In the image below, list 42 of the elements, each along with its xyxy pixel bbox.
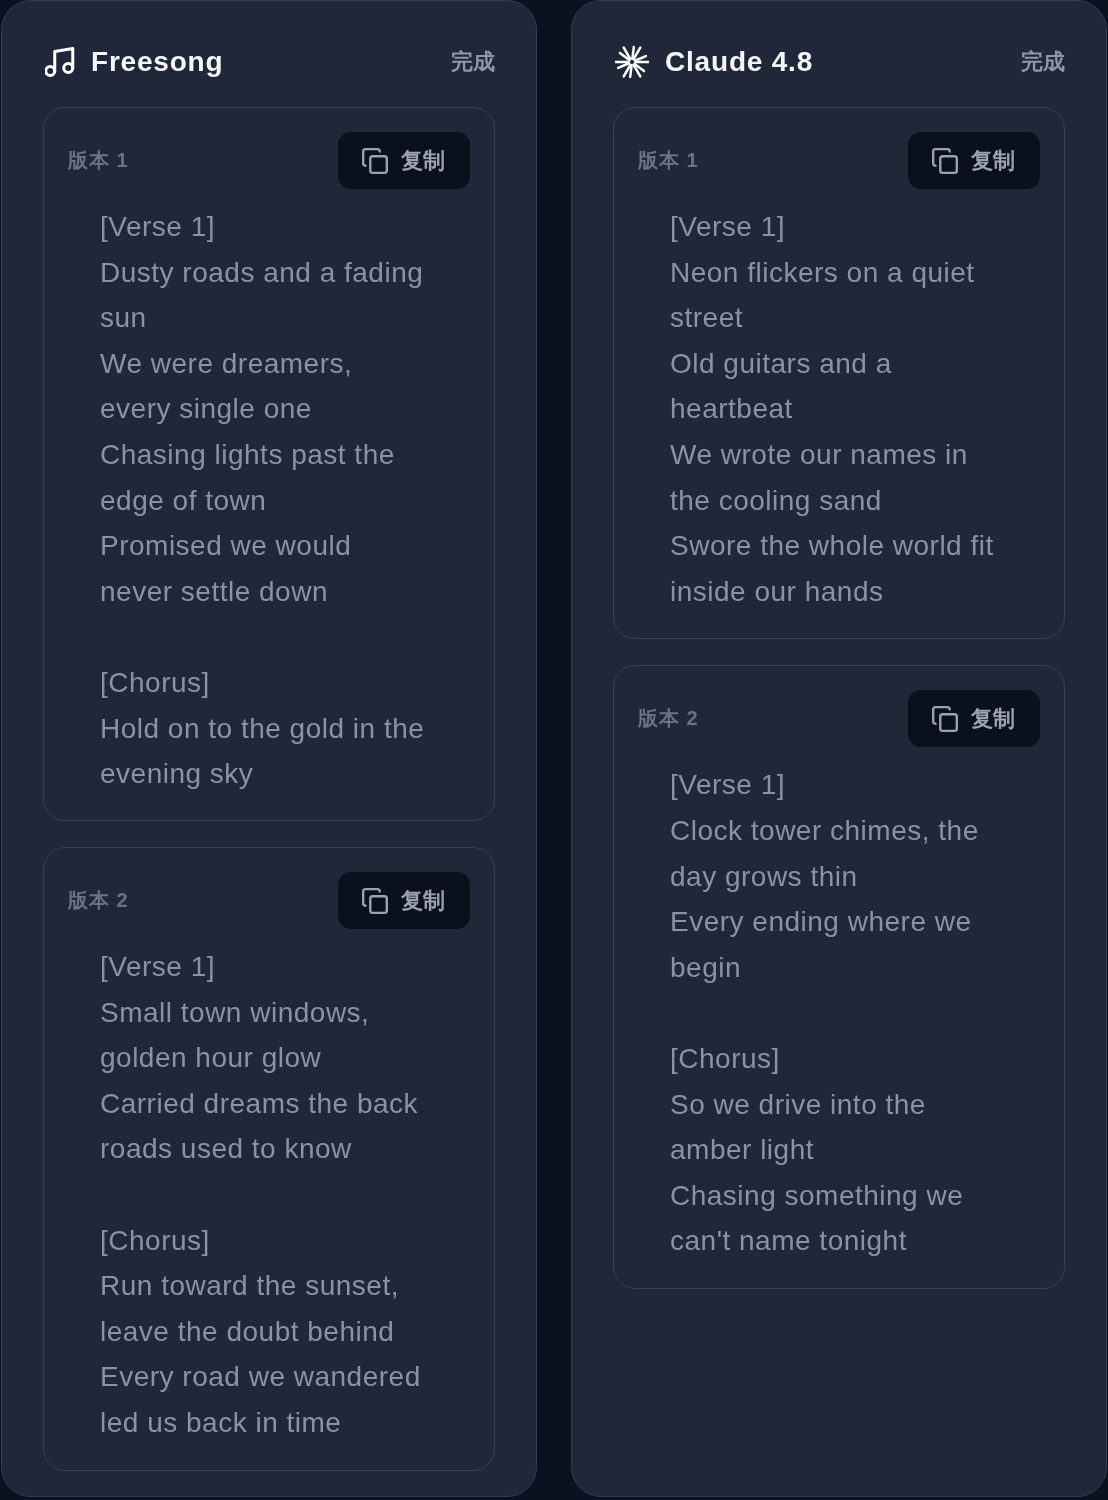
lyric-line: So we drive into the amber light xyxy=(670,1087,927,1168)
lyric-line: Run toward the sunset, leave the doubt behind xyxy=(100,1269,400,1349)
section-heading: [Verse 1] xyxy=(670,768,786,803)
lyric-line: We were dreamers, every single one xyxy=(100,346,354,427)
lyric-line: Every ending where we begin xyxy=(670,905,973,985)
music-note-icon xyxy=(45,47,75,77)
copy-button[interactable]: 复制 xyxy=(338,132,470,189)
lyric-line: Neon flickers on a quiet street xyxy=(670,255,976,336)
lyric-line: Hold on to the gold in the evening sky xyxy=(100,711,426,792)
lyric-line: Every road we wandered led us back in time xyxy=(100,1360,422,1440)
status-label: 完成 xyxy=(451,48,495,76)
panel-title: Claude 4.8 xyxy=(665,46,814,78)
status-label: 完成 xyxy=(1021,48,1065,76)
copy-icon xyxy=(362,147,388,174)
panel-title: Freesong xyxy=(91,46,224,78)
section-heading: [Verse 1] xyxy=(670,210,786,244)
lyric-line: Swore the whole world fit inside our hands xyxy=(670,529,995,609)
starburst-icon xyxy=(615,45,649,79)
copy-button[interactable]: 复制 xyxy=(908,132,1040,189)
copy-button[interactable]: 复制 xyxy=(908,690,1040,748)
section-heading: [Chorus] xyxy=(100,1223,211,1258)
section-heading: [Verse 1] xyxy=(100,950,216,984)
lyric-line: Promised we would never settle down xyxy=(100,529,353,609)
lyric-line: Carried dreams the back roads used to know xyxy=(100,1086,420,1167)
lyric-line: Chasing lights past the edge of town xyxy=(100,437,396,518)
version-label: 版本 2 xyxy=(68,888,129,913)
copy-icon xyxy=(932,705,958,732)
lyric-line: Dusty roads and a fading sun xyxy=(100,255,425,336)
version-label: 版本 1 xyxy=(68,148,129,173)
copy-icon xyxy=(932,147,958,174)
lyric-line: Chasing something we can't name tonight xyxy=(670,1178,965,1259)
version-label: 版本 1 xyxy=(638,148,699,173)
section-heading: [Chorus] xyxy=(100,665,211,700)
section-heading: [Chorus] xyxy=(670,1041,781,1076)
lyric-line: Small town windows, golden hour glow xyxy=(100,995,371,1076)
version-label: 版本 2 xyxy=(638,706,699,732)
section-heading: [Verse 1] xyxy=(100,210,216,244)
lyric-line: We wrote our names in the cooling sand xyxy=(670,437,969,518)
copy-button[interactable]: 复制 xyxy=(338,872,470,929)
copy-icon xyxy=(362,887,388,914)
lyric-line: Old guitars and a heartbeat xyxy=(670,346,893,427)
lyric-line: Clock tower chimes, the day grows thin xyxy=(670,813,980,894)
